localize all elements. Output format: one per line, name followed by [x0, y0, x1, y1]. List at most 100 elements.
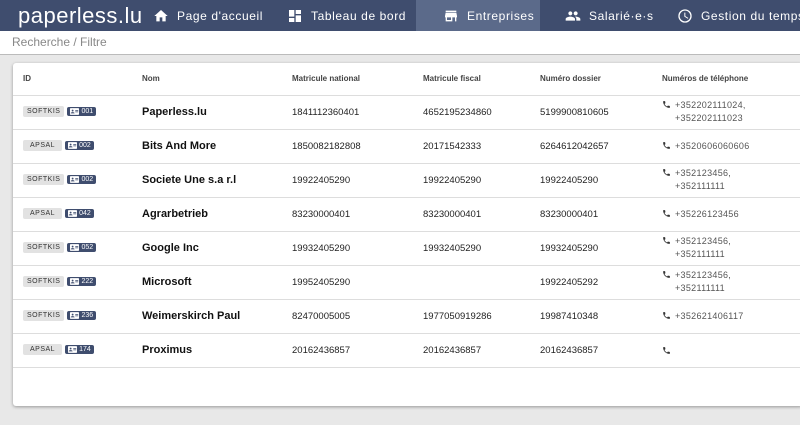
brand-logo[interactable]: paperless.lu: [0, 3, 142, 29]
phone-lines: +352202111024, +352202111023: [675, 99, 746, 125]
phone-number[interactable]: +352202111023: [675, 112, 746, 125]
phone-lines: +352621406117: [675, 310, 744, 323]
phone-icon: [663, 347, 670, 354]
home-icon: [154, 9, 168, 21]
phone-list: +352123456, +352111111: [662, 167, 800, 193]
id-badge: 052: [67, 243, 97, 253]
phone-number[interactable]: +352111111: [675, 248, 731, 261]
phone-list: +35226123456: [662, 208, 800, 221]
cell-file-number: 5199900810605: [530, 95, 652, 130]
cell-id: SOFTKIS 002: [13, 163, 132, 198]
table-row[interactable]: SOFTKIS 002 Societe Une s.a r.l 19922405290…: [13, 163, 800, 198]
cell-name[interactable]: Proximus: [132, 333, 282, 368]
table-row[interactable]: SOFTKIS 052 Google Inc 19932405290 199324052…: [13, 231, 800, 266]
phone-icon: [663, 169, 670, 176]
phone-number[interactable]: +35226123456: [675, 208, 739, 221]
id-number: 236: [81, 312, 94, 320]
phone-lines: +35226123456: [675, 208, 739, 221]
id-card-icon: [70, 108, 80, 116]
cell-national-id: 20162436857: [282, 333, 413, 368]
id-badge: 002: [65, 141, 94, 151]
table-row[interactable]: APSAL 002 Bits And More 1850082182808 201715…: [13, 129, 800, 164]
table-row[interactable]: SOFTKIS 222 Microsoft 19952405290 1992240529…: [13, 265, 800, 300]
id-badge: 001: [67, 107, 97, 117]
phone-icon: [663, 141, 670, 149]
cell-name[interactable]: Microsoft: [132, 265, 282, 300]
table-row[interactable]: SOFTKIS 001 Paperless.lu 1841112360401 46521…: [13, 95, 800, 130]
id-number: 052: [81, 244, 94, 252]
phone-list: +352123456, +352111111: [662, 269, 800, 295]
cell-phones: +352123456, +352111111: [652, 231, 800, 266]
id-badge: 236: [67, 311, 97, 321]
nav-companies[interactable]: Entreprises: [416, 0, 540, 31]
cell-fiscal-id: 20162436857: [413, 333, 530, 368]
phone-list: [662, 345, 800, 355]
cell-name[interactable]: Google Inc: [132, 231, 282, 266]
cell-phones: +352123456, +352111111: [652, 265, 800, 300]
nav-employees[interactable]: Salarié·e·s: [540, 0, 661, 31]
phone-number[interactable]: +352123456,: [675, 235, 731, 248]
table-body: SOFTKIS 001 Paperless.lu 1841112360401 46521…: [13, 95, 800, 368]
clock-icon: [678, 8, 692, 23]
table-row[interactable]: APSAL 174 Proximus 20162436857 20162436857 20…: [13, 333, 800, 368]
org-tag: SOFTKIS: [23, 310, 65, 322]
cell-name[interactable]: Agrarbetrieb: [132, 197, 282, 232]
nav-home[interactable]: Page d'accueil: [135, 0, 273, 31]
column-header-fiscal-id[interactable]: Matricule fiscal: [413, 63, 530, 96]
cell-national-id: 82470005005: [282, 299, 413, 334]
phone-number[interactable]: +3520606060606: [675, 140, 750, 153]
dashboard-icon: [289, 9, 301, 22]
table-row[interactable]: APSAL 042 Agrarbetrieb 83230000401 832300004…: [13, 197, 800, 232]
cell-phones: +352621406117: [652, 299, 800, 334]
nav-time-label: Gestion du temps: [701, 8, 800, 23]
cell-id: SOFTKIS 052: [13, 231, 132, 266]
table-header-row: ID Nom Matricule national Matricule fisc…: [13, 63, 800, 96]
search-input[interactable]: [0, 31, 800, 53]
cell-name[interactable]: Societe Une s.a r.l: [132, 163, 282, 198]
cell-name[interactable]: Bits And More: [132, 129, 282, 164]
cell-file-number: 19987410348: [530, 299, 652, 334]
nav-dashboard[interactable]: Tableau de bord: [273, 0, 416, 31]
cell-name[interactable]: Weimerskirch Paul: [132, 299, 282, 334]
cell-name[interactable]: Paperless.lu: [132, 95, 282, 130]
cell-fiscal-id: 83230000401: [413, 197, 530, 232]
cell-national-id: 19922405290: [282, 163, 413, 198]
phone-number[interactable]: +352202111024,: [675, 99, 746, 112]
store-icon: [445, 10, 457, 21]
phone-number[interactable]: +352621406117: [675, 310, 744, 323]
phone-icon: [663, 271, 670, 278]
id-number: 002: [79, 142, 91, 150]
cell-phones: [652, 333, 800, 368]
cell-id: SOFTKIS 222: [13, 265, 132, 300]
id-card-icon: [70, 278, 80, 286]
phone-lines: +3520606060606: [675, 140, 750, 153]
nav-time-management[interactable]: Gestion du temps: [661, 0, 800, 31]
cell-file-number: 19922405290: [530, 163, 652, 198]
phone-number[interactable]: +352123456,: [675, 269, 731, 282]
id-badge: 042: [65, 209, 94, 219]
id-number: 174: [79, 346, 91, 354]
phone-lines: +352123456, +352111111: [675, 167, 731, 193]
phone-number[interactable]: +352123456,: [675, 167, 731, 180]
phone-list: +352621406117: [662, 310, 800, 323]
column-header-id[interactable]: ID: [13, 63, 132, 96]
cell-id: APSAL 002: [13, 129, 132, 164]
cell-phones: +35226123456: [652, 197, 800, 232]
phone-number[interactable]: +352111111: [675, 282, 731, 295]
org-tag: SOFTKIS: [23, 106, 65, 118]
id-badge: 222: [67, 277, 97, 287]
table-row[interactable]: SOFTKIS 236 Weimerskirch Paul 82470005005 19…: [13, 299, 800, 334]
column-header-national-id[interactable]: Matricule national: [282, 63, 413, 96]
phone-list: +352202111024, +352202111023: [662, 99, 800, 125]
id-number: 002: [81, 176, 94, 184]
id-card-icon: [70, 176, 80, 184]
phone-list: +3520606060606: [662, 140, 800, 153]
cell-id: SOFTKIS 236: [13, 299, 132, 334]
cell-file-number: 19932405290: [530, 231, 652, 266]
column-header-phones[interactable]: Numéros de téléphone: [652, 63, 800, 96]
cell-file-number: 19922405292: [530, 265, 652, 300]
column-header-file-number[interactable]: Numéro dossier: [530, 63, 652, 96]
cell-phones: +352123456, +352111111: [652, 163, 800, 198]
phone-number[interactable]: +352111111: [675, 180, 731, 193]
column-header-name[interactable]: Nom: [132, 63, 282, 96]
